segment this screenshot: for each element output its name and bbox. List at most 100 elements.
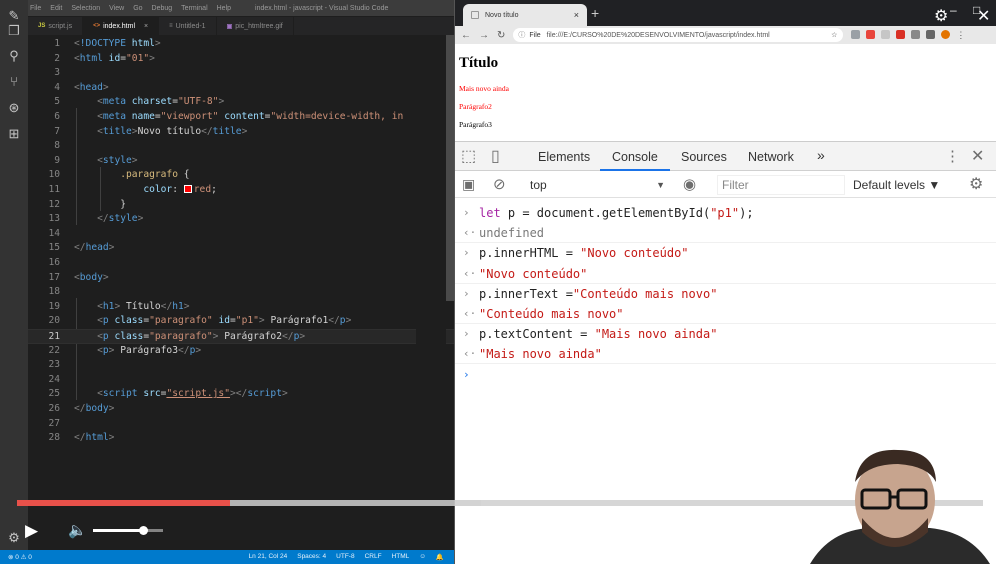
menu-item-edit[interactable]: Edit [50,5,62,12]
menu-item-help[interactable]: Help [217,5,231,12]
editor-tab[interactable]: JS script.js [28,17,84,35]
console-prompt[interactable]: › [455,365,996,385]
indentation[interactable]: Spaces: 4 [297,553,326,561]
clear-console-icon[interactable]: ⊘ [493,175,506,193]
tab-elements[interactable]: Elements [538,150,590,164]
extension-icon[interactable] [851,29,861,39]
code-line[interactable]: 14 [28,227,454,242]
volume-slider[interactable] [93,526,163,535]
reload-icon[interactable]: ↻ [497,30,505,41]
menu-item-debug[interactable]: Debug [152,5,173,12]
site-info-icon[interactable]: ⓘ [518,30,525,40]
log-levels-dropdown[interactable]: Default levels ▼ [853,176,940,194]
video-close-icon[interactable]: ✕ [977,6,990,26]
tab-sources[interactable]: Sources [681,150,727,164]
console-settings-gear-icon[interactable]: ⚙ [969,174,983,194]
code-line[interactable]: 11 color: red; [28,183,454,198]
code-line[interactable]: 13 </style> [28,212,454,227]
cursor-position[interactable]: Ln 21, Col 24 [249,553,288,561]
console-filter-input[interactable] [717,175,845,195]
editor-tab[interactable]: ▣ pic_htmltree.gif [217,17,294,35]
code-line[interactable]: 3 [28,66,454,81]
bookmark-star-icon[interactable]: ☆ [831,31,837,39]
code-line[interactable]: 28 </html> [28,431,454,446]
more-tabs-button[interactable]: » [817,147,825,163]
browser-tab[interactable]: Novo título × [463,4,587,26]
code-line[interactable]: 5 <meta charset="UTF-8"> [28,95,454,110]
code-line[interactable]: 10 .paragrafo { [28,168,454,183]
video-settings-gear-icon[interactable]: ⚙ [934,6,948,26]
code-line[interactable]: 9 <style> [28,154,454,169]
tab-network[interactable]: Network [748,150,794,164]
extension-icon[interactable] [896,29,906,39]
code-line[interactable]: 18 [28,285,454,300]
url-text[interactable]: file:///E:/CURSO%20DE%20DESENVOLVIMENTO/… [547,32,770,39]
chrome-menu-icon[interactable]: ⋮ [956,30,965,41]
code-line[interactable]: 22 <p> Parágrafo3</p> [28,344,454,359]
live-expression-eye-icon[interactable]: ◉ [683,175,696,193]
code-line[interactable]: 19 <h1> Título</h1> [28,300,454,315]
code-line[interactable]: 4 <head> [28,81,454,96]
menu-item-selection[interactable]: Selection [71,5,100,12]
code-line[interactable]: 25 <script src="script.js"></script> [28,387,454,402]
debug-icon[interactable]: ⊛ [7,101,21,115]
new-tab-button[interactable]: + [591,5,599,21]
close-devtools-icon[interactable]: ✕ [971,146,984,166]
profile-avatar[interactable] [941,29,951,39]
devtools-menu-icon[interactable]: ⋮ [945,147,960,165]
code-editor[interactable]: 1 <!DOCTYPE html> 2 <html id="01"> 3 4 <head> 5… [28,35,454,550]
editor-tab[interactable]: ≡ Untitled-1 [159,17,217,35]
new-file-icon[interactable]: ✎ [7,9,21,23]
code-line[interactable]: 23 [28,358,454,373]
end-of-line[interactable]: CRLF [365,553,382,561]
console-sidebar-icon[interactable]: ▣ [462,176,475,193]
explorer-icon[interactable]: ❐ [7,24,21,38]
menu-item-view[interactable]: View [109,5,124,12]
feedback-icon[interactable]: ☺ [419,553,426,561]
encoding[interactable]: UTF-8 [336,553,354,561]
code-line[interactable]: 26 </body> [28,402,454,417]
menu-item-go[interactable]: Go [133,5,142,12]
problems-indicator[interactable]: ⊗ 0 ⚠ 0 [8,553,32,561]
code-line[interactable]: 24 [28,373,454,388]
notifications-bell-icon[interactable]: 🔔 [436,553,444,561]
device-toolbar-icon[interactable]: ▯ [491,146,500,166]
inspect-element-icon[interactable]: ⬚ [461,146,476,166]
source-control-icon[interactable]: ⑂ [7,75,21,89]
tab-close-icon[interactable]: × [574,10,579,20]
code-line[interactable]: 6 <meta name="viewport" content="width=d… [28,110,454,125]
volume-icon[interactable]: 🔈 [68,520,87,542]
code-line[interactable]: 8 [28,139,454,154]
menu-item-file[interactable]: File [30,5,41,12]
code-line[interactable]: 2 <html id="01"> [28,52,454,67]
context-selector[interactable]: top ▼ [530,176,665,194]
code-line[interactable]: 21 <p class="paragrafo"> Parágrafo2</p> [28,329,454,344]
code-line[interactable]: 17 <body> [28,271,454,286]
minimap[interactable] [416,35,446,515]
editor-scrollbar[interactable] [446,35,454,301]
search-icon[interactable]: ⚲ [7,49,21,63]
code-line[interactable]: 7 <title>Novo título</title> [28,125,454,140]
code-line[interactable]: 15 </head> [28,241,454,256]
code-line[interactable]: 27 [28,417,454,432]
back-icon[interactable]: ← [461,30,471,41]
extension-icon[interactable] [881,29,891,39]
menu-item-terminal[interactable]: Terminal [181,5,207,12]
language-mode[interactable]: HTML [392,553,410,561]
editor-tab[interactable]: <> index.html × [83,17,160,35]
extension-icon[interactable] [926,29,936,39]
forward-icon[interactable]: → [479,30,489,41]
address-bar[interactable]: ⓘ File file:///E:/CURSO%20DE%20DESENVOLV… [513,28,844,42]
extension-icon[interactable] [911,29,921,39]
extensions-icon[interactable]: ⊞ [7,127,21,141]
code-line[interactable]: 12 } [28,198,454,213]
extension-icon[interactable] [866,29,876,39]
settings-gear-icon[interactable]: ⚙ [7,531,21,545]
minimize-icon[interactable]: – [950,3,957,17]
play-button[interactable]: ▶ [25,520,43,542]
tab-console[interactable]: Console [612,150,658,164]
tab-close-icon[interactable]: × [144,23,148,30]
code-line[interactable]: 20 <p class="paragrafo" id="p1"> Parágra… [28,314,454,329]
color-swatch-icon[interactable] [183,185,192,193]
code-line[interactable]: 16 [28,256,454,271]
